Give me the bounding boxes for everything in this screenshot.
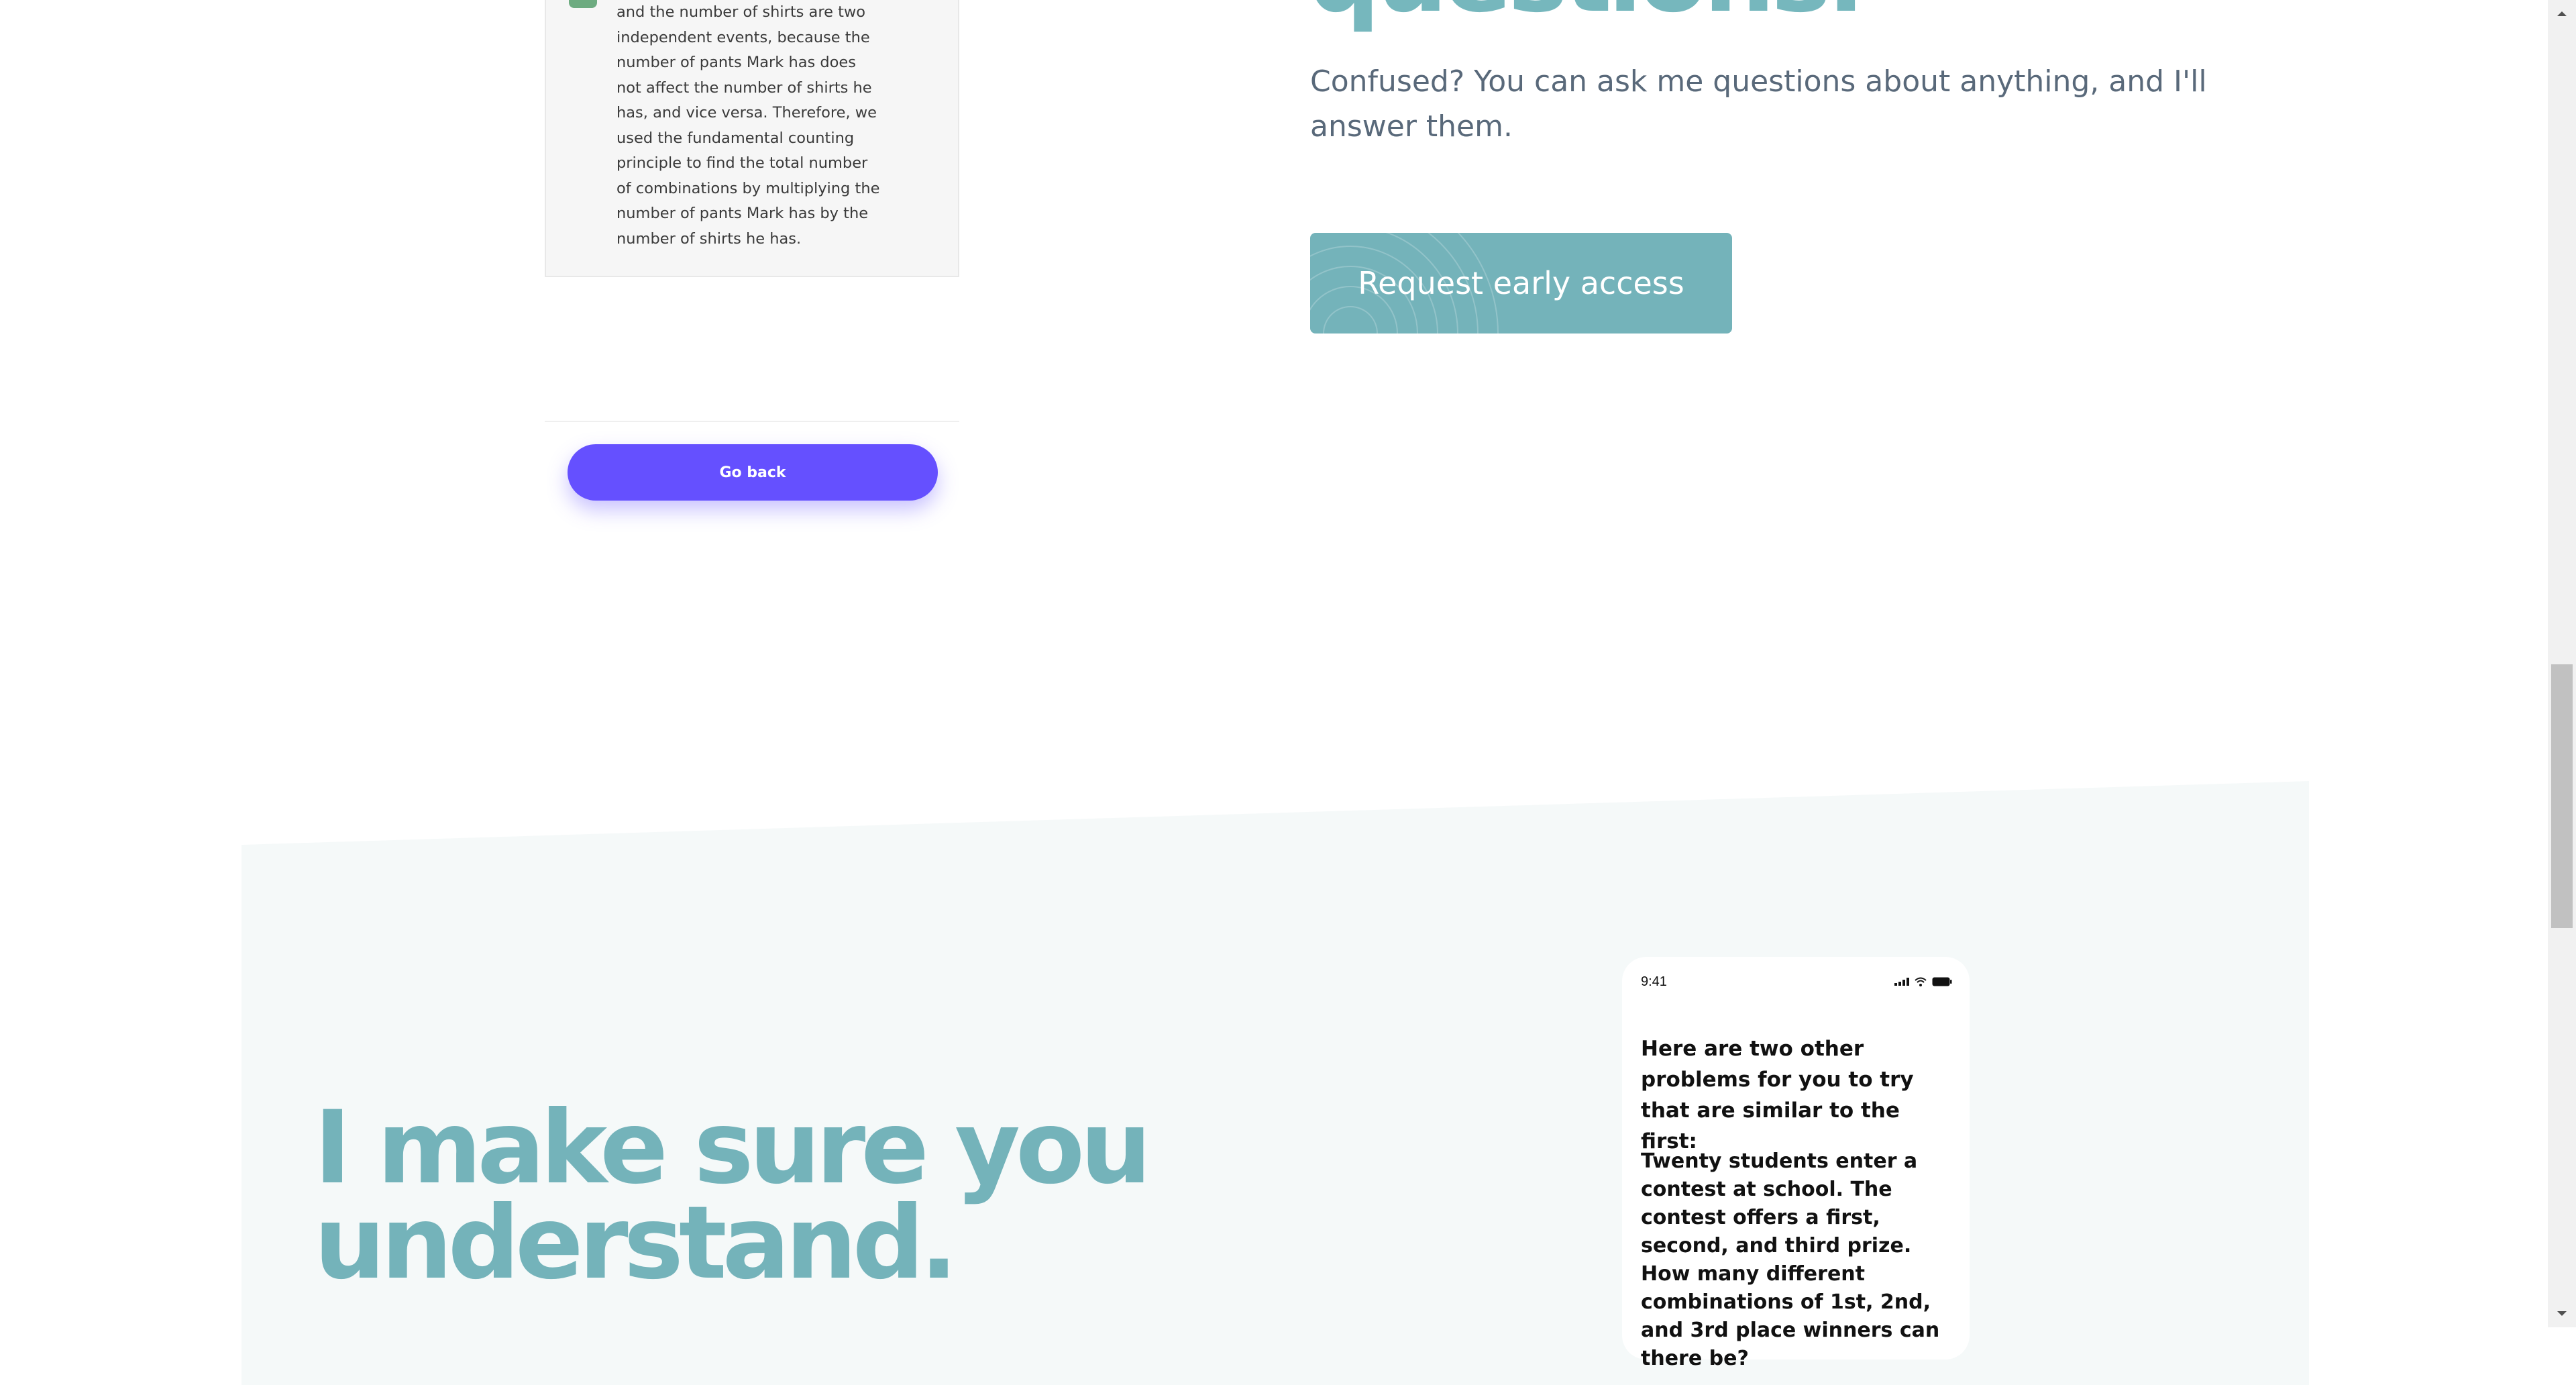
wifi-icon: [1915, 977, 1927, 986]
chat-message-text: and the number of shirts are two indepen…: [616, 3, 880, 248]
section-lead-text: Confused? You can ask me questions about…: [1310, 64, 2207, 144]
request-early-access-button[interactable]: Request early access: [1310, 233, 1732, 334]
phone-mockup: 9:41 Here are two other problems for you…: [1622, 957, 1970, 1370]
status-time: 9:41: [1641, 974, 1667, 989]
chat-message-card: and the number of shirts are two indepen…: [545, 0, 959, 277]
signal-icon: [1894, 978, 1909, 986]
go-back-button[interactable]: Go back: [568, 444, 938, 501]
phone-message-heading: Here are two other problems for you to t…: [1641, 1037, 1914, 1153]
divider: [545, 421, 959, 422]
phone-message-body: Twenty students enter a contest at schoo…: [1641, 1149, 1940, 1370]
status-icons: [1894, 977, 1952, 986]
scrollbar-thumb[interactable]: [2551, 664, 2573, 928]
request-early-access-label: Request early access: [1358, 265, 1684, 301]
tutor-avatar-icon: [569, 0, 597, 8]
page-scrollbar[interactable]: [2548, 0, 2576, 1327]
scroll-up-arrow-icon[interactable]: [2548, 0, 2576, 27]
battery-icon: [1932, 977, 1952, 986]
scroll-down-arrow-icon[interactable]: [2548, 1300, 2576, 1327]
understand-heading: I make sure you understand.: [314, 1090, 1152, 1302]
section-heading-questions: questions.: [1308, 0, 1865, 27]
